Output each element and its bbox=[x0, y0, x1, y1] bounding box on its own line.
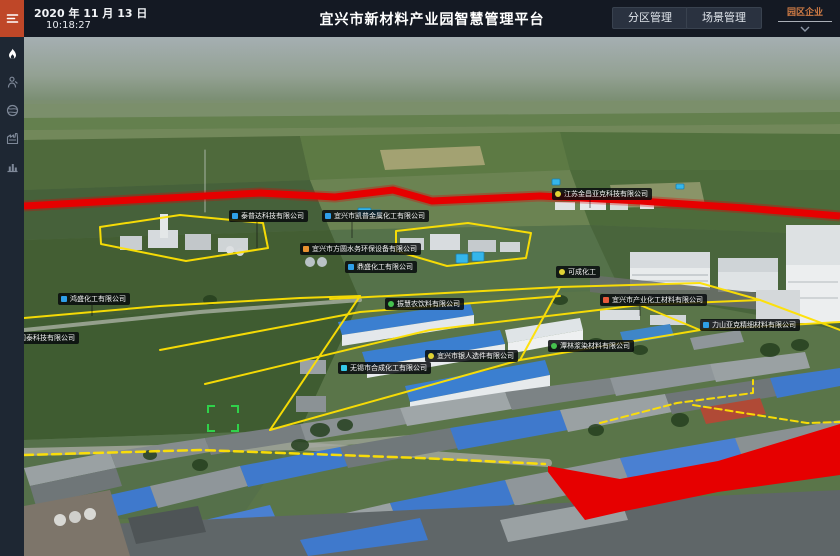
factory-icon bbox=[6, 132, 19, 145]
map-label[interactable]: 可成化工 bbox=[556, 266, 600, 278]
company-label-text: 宜兴市产业化工材料有限公司 bbox=[612, 296, 703, 304]
globe-icon bbox=[6, 104, 19, 117]
company-label-text: 振慧农饮料有限公司 bbox=[397, 300, 460, 308]
sidebar-item-fire[interactable] bbox=[5, 47, 19, 61]
company-label-text: 宜兴市银人选件有限公司 bbox=[437, 352, 514, 360]
map-3d-viewport[interactable]: 泰普达科技有限公司 宜兴市凯普金属化工有限公司 宜兴市方圆水务环保设备有限公司 … bbox=[24, 37, 840, 556]
map-label[interactable]: 江苏金昌亚克科技有限公司 bbox=[552, 188, 652, 200]
company-icon bbox=[555, 191, 561, 197]
map-label[interactable]: 振慧农饮料有限公司 bbox=[385, 298, 464, 310]
zone-manage-button[interactable]: 分区管理 bbox=[612, 7, 688, 29]
company-label-text: 可成化工 bbox=[568, 268, 596, 276]
company-label-text: 力山亚克精细材料有限公司 bbox=[712, 321, 796, 329]
company-label-text: 泰普达科技有限公司 bbox=[241, 212, 304, 220]
map-label[interactable]: 力山亚克精细材料有限公司 bbox=[700, 319, 800, 331]
sidebar-item-factory[interactable] bbox=[5, 131, 19, 145]
sidebar-item-globe[interactable] bbox=[5, 103, 19, 117]
company-icon bbox=[559, 269, 565, 275]
top-header: 2020 年 11 月 13 日 10:18:27 宜兴市新材料产业园智慧管理平… bbox=[24, 0, 840, 37]
menu-button[interactable] bbox=[0, 0, 24, 37]
left-sidebar bbox=[0, 0, 24, 556]
company-icon bbox=[428, 353, 434, 359]
flame-icon bbox=[6, 48, 19, 61]
company-icon bbox=[703, 322, 709, 328]
map-label[interactable]: 鸿盛化工有限公司 bbox=[58, 293, 130, 305]
sidebar-item-person[interactable] bbox=[5, 75, 19, 89]
map-label[interactable]: 宜兴市凯普金属化工有限公司 bbox=[322, 210, 429, 222]
company-icon bbox=[551, 343, 557, 349]
park-enterprise-dropdown[interactable]: 园区企业 bbox=[774, 2, 836, 34]
company-icon bbox=[232, 213, 238, 219]
app-window: 2020 年 11 月 13 日 10:18:27 宜兴市新材料产业园智慧管理平… bbox=[0, 0, 840, 556]
company-label-text: 宜兴市国泰科技有限公司 bbox=[24, 334, 75, 342]
map-label[interactable]: 潭林浆染材料有限公司 bbox=[548, 340, 634, 352]
company-icon bbox=[341, 365, 347, 371]
map-label[interactable]: 无锡市合成化工有限公司 bbox=[338, 362, 431, 374]
company-label-text: 鼎盛化工有限公司 bbox=[357, 263, 413, 271]
company-icon bbox=[348, 264, 354, 270]
company-icon bbox=[388, 301, 394, 307]
map-label[interactable]: 宜兴市方圆水务环保设备有限公司 bbox=[300, 243, 421, 255]
map-3d-scene[interactable] bbox=[24, 37, 840, 556]
map-label[interactable]: 宜兴市产业化工材料有限公司 bbox=[600, 294, 707, 306]
hamburger-icon bbox=[6, 12, 19, 25]
map-label[interactable]: 宜兴市银人选件有限公司 bbox=[425, 350, 518, 362]
chevron-down-icon bbox=[774, 22, 836, 32]
company-label-text: 江苏金昌亚克科技有限公司 bbox=[564, 190, 648, 198]
company-icon bbox=[325, 213, 331, 219]
company-label-text: 潭林浆染材料有限公司 bbox=[560, 342, 630, 350]
company-icon bbox=[603, 297, 609, 303]
company-label-text: 宜兴市凯普金属化工有限公司 bbox=[334, 212, 425, 220]
company-label-text: 鸿盛化工有限公司 bbox=[70, 295, 126, 303]
map-label[interactable]: 鼎盛化工有限公司 bbox=[345, 261, 417, 273]
company-label-text: 宜兴市方圆水务环保设备有限公司 bbox=[312, 245, 417, 253]
company-label-text: 无锡市合成化工有限公司 bbox=[350, 364, 427, 372]
bar-chart-icon bbox=[6, 160, 19, 173]
scene-manage-button[interactable]: 场景管理 bbox=[686, 7, 762, 29]
dropdown-label: 园区企业 bbox=[774, 2, 836, 18]
map-label[interactable]: 泰普达科技有限公司 bbox=[229, 210, 308, 222]
company-icon bbox=[303, 246, 309, 252]
sidebar-icon-stack bbox=[0, 37, 24, 173]
sidebar-item-stats[interactable] bbox=[5, 159, 19, 173]
company-icon bbox=[61, 296, 67, 302]
person-icon bbox=[6, 76, 19, 89]
map-label[interactable]: 宜兴市国泰科技有限公司 bbox=[24, 332, 79, 344]
